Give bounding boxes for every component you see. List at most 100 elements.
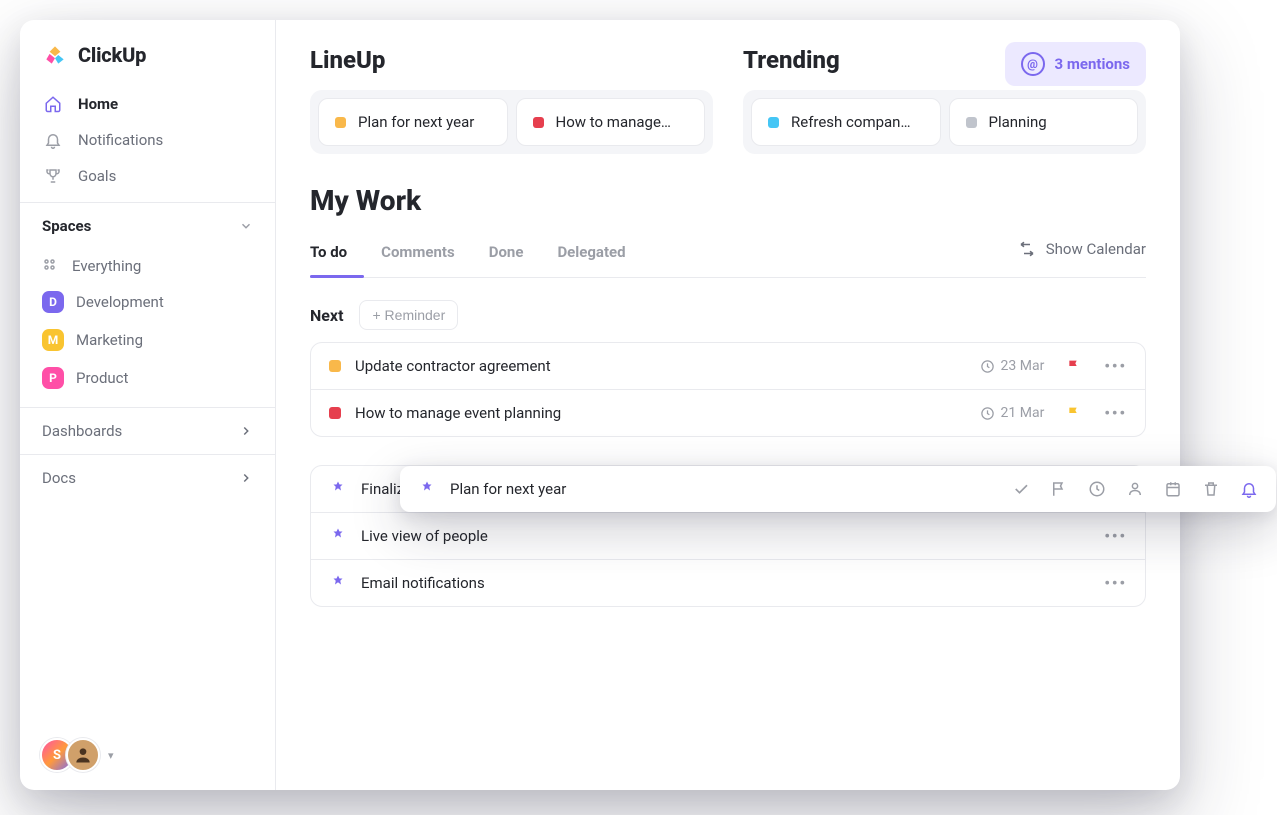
space-development[interactable]: D Development — [30, 283, 265, 321]
add-reminder-button[interactable]: + Reminder — [359, 300, 458, 330]
flag-icon[interactable] — [1066, 358, 1082, 374]
avatar-teammate — [66, 738, 100, 772]
space-label: Development — [76, 293, 164, 311]
task-group-dated: Update contractor agreement 23 Mar ••• H… — [310, 342, 1146, 437]
mywork-tabs: To do Comments Done Delegated Show Calen… — [310, 233, 1146, 278]
nav-home-label: Home — [78, 95, 118, 113]
nav-home[interactable]: Home — [30, 86, 265, 122]
trending-card[interactable]: Refresh compan… — [751, 98, 941, 146]
card-label: How to manage… — [556, 113, 671, 131]
space-everything[interactable]: Everything — [30, 249, 265, 283]
lineup-title: LineUp — [310, 46, 713, 74]
nav-goals-label: Goals — [78, 167, 116, 185]
space-product[interactable]: P Product — [30, 359, 265, 397]
status-dot — [768, 117, 779, 128]
nav-docs[interactable]: Docs — [20, 454, 275, 501]
floater-actions — [1012, 480, 1258, 498]
task-title: How to manage event planning — [355, 404, 966, 422]
status-square — [329, 407, 341, 419]
mentions-pill[interactable]: @ 3 mentions — [1005, 42, 1146, 86]
task-meta: 23 Mar ••• — [980, 357, 1127, 375]
grid-icon — [42, 257, 60, 275]
trending-card[interactable]: Planning — [949, 98, 1139, 146]
status-dot — [966, 117, 977, 128]
show-calendar-button[interactable]: Show Calendar — [1018, 240, 1146, 270]
task-row[interactable]: Email notifications ••• — [311, 559, 1145, 606]
status-dot — [533, 117, 544, 128]
task-meta: 21 Mar ••• — [980, 404, 1127, 422]
chevron-right-icon — [239, 471, 253, 485]
status-square — [329, 360, 341, 372]
lineup-card[interactable]: Plan for next year — [318, 98, 508, 146]
more-icon[interactable]: ••• — [1104, 574, 1127, 592]
space-everything-label: Everything — [72, 257, 141, 275]
trending-cards: Refresh compan… Planning — [743, 90, 1146, 154]
task-row[interactable]: How to manage event planning 21 Mar ••• — [311, 389, 1145, 436]
reminder-icon — [329, 480, 347, 498]
spaces-header[interactable]: Spaces — [20, 202, 275, 249]
flag-icon[interactable] — [1066, 405, 1082, 421]
brand-name: ClickUp — [78, 43, 146, 67]
nav-dashboards-label: Dashboards — [42, 422, 122, 440]
nav-notifications[interactable]: Notifications — [30, 122, 265, 158]
trophy-icon — [42, 167, 64, 185]
clickup-logo-icon — [42, 42, 68, 68]
space-list: Everything D Development M Marketing P P… — [20, 249, 275, 407]
assignee-icon[interactable] — [1126, 480, 1144, 498]
reminder-icon — [418, 480, 436, 498]
tab-delegated[interactable]: Delegated — [557, 233, 625, 277]
check-icon[interactable] — [1012, 480, 1030, 498]
clock-icon — [980, 406, 995, 421]
card-label: Plan for next year — [358, 113, 474, 131]
task-title: Live view of people — [361, 527, 1090, 545]
primary-nav: Home Notifications Goals — [20, 86, 275, 194]
chevron-down-icon — [239, 219, 253, 233]
floater-title: Plan for next year — [450, 480, 998, 498]
task-row[interactable]: Live view of people ••• — [311, 512, 1145, 559]
space-label: Marketing — [76, 331, 143, 349]
show-calendar-label: Show Calendar — [1046, 240, 1146, 258]
main-content: LineUp Plan for next year How to manage…… — [276, 20, 1180, 790]
reminder-icon — [329, 527, 347, 545]
flag-icon[interactable] — [1050, 480, 1068, 498]
nav-dashboards[interactable]: Dashboards — [20, 407, 275, 454]
task-title: Email notifications — [361, 574, 1090, 592]
lineup-card[interactable]: How to manage… — [516, 98, 706, 146]
nav-goals[interactable]: Goals — [30, 158, 265, 194]
caret-down-icon: ▾ — [108, 749, 114, 762]
mentions-label: 3 mentions — [1055, 55, 1130, 73]
mywork-title: My Work — [310, 184, 1146, 217]
spaces-header-label: Spaces — [42, 217, 91, 235]
space-marketing[interactable]: M Marketing — [30, 321, 265, 359]
tab-comments[interactable]: Comments — [381, 233, 455, 277]
sidebar: ClickUp Home Notifications Goals — [20, 20, 276, 790]
bell-icon[interactable] — [1240, 480, 1258, 498]
status-dot — [335, 117, 346, 128]
app-window: ClickUp Home Notifications Goals — [20, 20, 1180, 790]
task-quick-actions[interactable]: Plan for next year — [400, 466, 1276, 512]
space-label: Product — [76, 369, 128, 387]
nav-notifications-label: Notifications — [78, 131, 163, 149]
calendar-icon[interactable] — [1164, 480, 1182, 498]
lineup-cards: Plan for next year How to manage… — [310, 90, 713, 154]
task-date: 21 Mar — [980, 405, 1045, 421]
space-badge: D — [42, 291, 64, 313]
tab-todo[interactable]: To do — [310, 233, 347, 277]
tab-done[interactable]: Done — [489, 233, 524, 277]
top-row: LineUp Plan for next year How to manage…… — [310, 46, 1146, 154]
more-icon[interactable]: ••• — [1104, 357, 1127, 375]
home-icon — [42, 95, 64, 113]
brand[interactable]: ClickUp — [20, 20, 275, 86]
at-icon: @ — [1021, 52, 1045, 76]
more-icon[interactable]: ••• — [1104, 404, 1127, 422]
task-title: Update contractor agreement — [355, 357, 966, 375]
clock-icon[interactable] — [1088, 480, 1106, 498]
reminder-icon — [329, 574, 347, 592]
next-header: Next + Reminder — [310, 300, 1146, 330]
calendar-toggle-icon — [1018, 240, 1036, 258]
more-icon[interactable]: ••• — [1104, 527, 1127, 545]
task-row[interactable]: Update contractor agreement 23 Mar ••• — [311, 343, 1145, 389]
user-switcher[interactable]: S ▾ — [20, 720, 275, 790]
trash-icon[interactable] — [1202, 480, 1220, 498]
next-label: Next — [310, 306, 343, 325]
